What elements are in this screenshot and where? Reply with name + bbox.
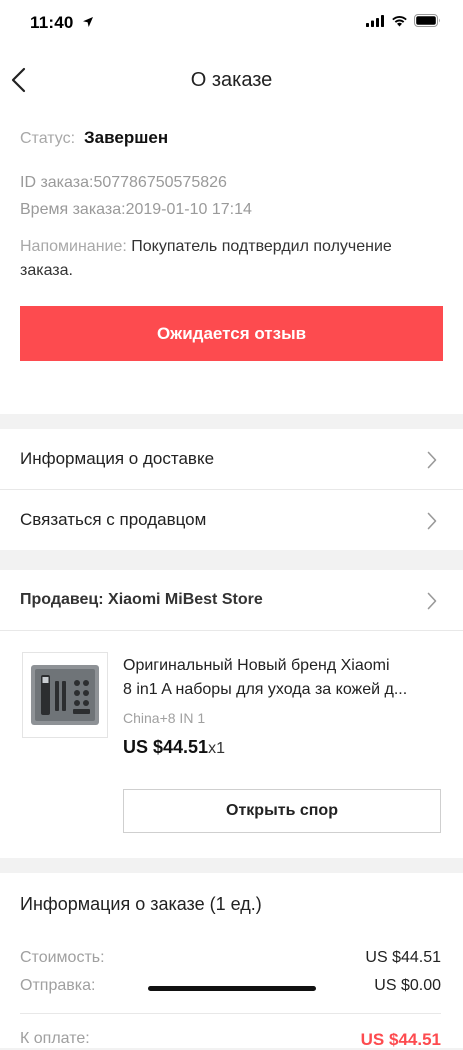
total-row: К оплате: US $44.51 xyxy=(20,1030,441,1050)
reminder: Напоминание: Покупатель подтвердил получ… xyxy=(20,235,443,283)
order-info-title: Информация о заказе (1 ед.) xyxy=(20,894,262,914)
seller-label: Продавец: Xiaomi MiBest Store xyxy=(20,591,263,608)
home-indicator[interactable] xyxy=(148,986,316,991)
cost-row: Стоимость: US $44.51 xyxy=(20,949,441,967)
product-title-line1: Оригинальный Новый бренд Xiaomi xyxy=(123,657,390,674)
reminder-label: Напоминание: xyxy=(20,238,127,255)
nav-bar: О заказе xyxy=(0,48,463,112)
status-time: 11:40 xyxy=(30,13,74,32)
product-variant: China+8 IN 1 xyxy=(123,710,206,726)
section-gap xyxy=(0,858,463,873)
order-id: ID заказа:507786750575826 xyxy=(20,174,443,192)
status-bar: 11:40 xyxy=(0,0,463,48)
order-id-value: 507786750575826 xyxy=(93,174,227,191)
contact-seller-row[interactable]: Связаться с продавцом xyxy=(0,490,463,550)
wifi-icon xyxy=(391,14,408,32)
section-gap xyxy=(0,414,463,429)
status-value: Завершен xyxy=(84,128,169,147)
signal-icon xyxy=(366,14,385,32)
cost-value: US $44.51 xyxy=(365,949,441,966)
seller-row[interactable]: Продавец: Xiaomi MiBest Store xyxy=(0,570,463,630)
open-dispute-button[interactable]: Открыть спор xyxy=(123,789,441,833)
order-id-label: ID заказа: xyxy=(20,174,94,191)
delivery-info-row[interactable]: Информация о доставке xyxy=(0,429,463,489)
product-price: US $44.51 xyxy=(123,737,209,757)
shipping-value: US $0.00 xyxy=(374,977,441,994)
status-line: Статус: Завершен xyxy=(20,128,443,150)
product-card: Оригинальный Новый бренд Xiaomi 8 in1 A … xyxy=(0,631,463,858)
product-quantity: x1 xyxy=(208,740,225,757)
total-label: К оплате: xyxy=(20,1030,90,1047)
page-title: О заказе xyxy=(190,69,273,91)
cost-label: Стоимость: xyxy=(20,949,105,966)
chevron-right-icon xyxy=(427,592,437,615)
product-thumbnail[interactable] xyxy=(22,652,108,738)
contact-seller-label: Связаться с продавцом xyxy=(20,510,207,529)
chevron-right-icon xyxy=(427,451,437,474)
review-button[interactable]: Ожидается отзыв xyxy=(20,306,443,361)
section-gap xyxy=(0,550,463,570)
product-image-icon xyxy=(31,665,99,725)
status-label: Статус: xyxy=(20,130,76,147)
order-status-section: Статус: Завершен ID заказа:5077867505758… xyxy=(0,112,463,414)
delivery-info-label: Информация о доставке xyxy=(20,449,215,468)
location-arrow-icon xyxy=(82,15,94,33)
divider xyxy=(20,1013,441,1014)
order-time-label: Время заказа: xyxy=(20,201,126,218)
order-info-section: Информация о заказе (1 ед.) Стоимость: U… xyxy=(0,873,463,1050)
order-time: Время заказа:2019-01-10 17:14 xyxy=(20,201,443,219)
shipping-label: Отправка: xyxy=(20,977,96,994)
chevron-right-icon xyxy=(427,512,437,535)
total-value: US $44.51 xyxy=(360,1030,441,1049)
order-time-value: 2019-01-10 17:14 xyxy=(125,201,252,218)
product-price-line: US $44.51x1 xyxy=(123,737,225,758)
product-title[interactable]: Оригинальный Новый бренд Xiaomi 8 in1 A … xyxy=(123,654,445,702)
battery-icon xyxy=(414,14,441,32)
product-title-line2: 8 in1 A наборы для ухода за кожей д... xyxy=(123,681,408,698)
